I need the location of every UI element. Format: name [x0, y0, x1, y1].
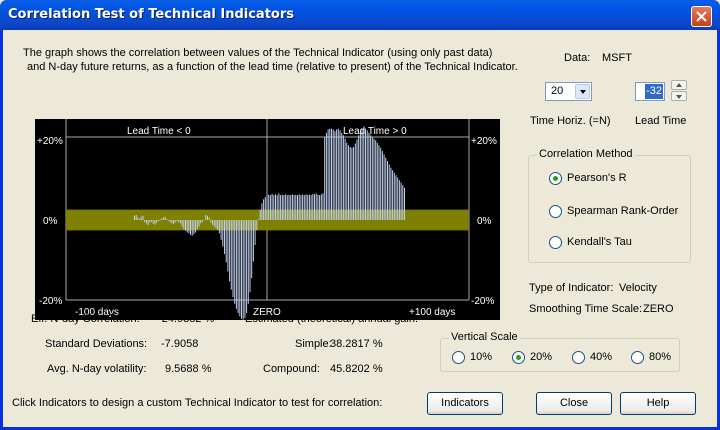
- indicators-button[interactable]: Indicators: [427, 392, 503, 415]
- std-deviations-label: Standard Deviations:: [45, 338, 148, 350]
- volatility-value: 9.5688 %: [165, 363, 212, 375]
- simple-gain-label: Simple:: [295, 338, 332, 350]
- correlation-method-group: Correlation Method Pearson's R Spearman …: [528, 148, 691, 263]
- correlation-chart: Lead Time < 0 Lead Time > 0 +20% 0% -20%…: [35, 119, 500, 320]
- eff-correlation-value: -24.9382 %: [158, 313, 215, 325]
- label-lead-time-positive: Lead Time > 0: [343, 126, 407, 137]
- radio-kendall[interactable]: [549, 236, 562, 249]
- correlation-method-legend: Correlation Method: [537, 148, 635, 160]
- close-icon: [696, 11, 707, 22]
- compound-gain-value: 45.8202 %: [330, 363, 383, 375]
- scale-40-label[interactable]: 40%: [590, 351, 612, 363]
- help-button[interactable]: Help: [620, 392, 696, 415]
- description-line-1: The graph shows the correlation between …: [23, 47, 493, 59]
- eff-correlation-label: Eff. N-day Correlation:: [31, 313, 140, 325]
- data-label: Data:: [564, 52, 591, 64]
- spearman-label[interactable]: Spearman Rank-Order: [567, 205, 678, 217]
- y-tick-bottom-left: -20%: [39, 296, 62, 307]
- time-horizon-value: 20: [551, 85, 564, 97]
- close-button[interactable]: Close: [536, 392, 612, 415]
- radio-scale-80[interactable]: [631, 351, 644, 364]
- y-tick-mid-right: 0%: [477, 216, 492, 227]
- time-horizon-label: Time Horiz. (=N): [530, 115, 611, 127]
- scale-20-label[interactable]: 20%: [530, 351, 552, 363]
- radio-spearman[interactable]: [549, 205, 562, 218]
- time-horizon-select[interactable]: 20: [545, 82, 592, 101]
- indicator-type-value: Velocity: [619, 282, 657, 294]
- indicator-type-label: Type of Indicator:: [529, 282, 614, 294]
- simple-gain-value: 38.2817 %: [330, 338, 383, 350]
- dialog-body: The graph shows the correlation between …: [3, 30, 717, 427]
- radio-scale-40[interactable]: [572, 351, 585, 364]
- footer-hint: Click Indicators to design a custom Tech…: [12, 397, 383, 409]
- radio-scale-10[interactable]: [452, 351, 465, 364]
- kendall-label[interactable]: Kendall's Tau: [567, 236, 632, 248]
- description-line-2: and N-day future returns, as a function …: [27, 61, 518, 73]
- radio-scale-20[interactable]: [512, 351, 525, 364]
- lead-time-increment-button[interactable]: [671, 80, 687, 90]
- std-deviations-value: -7.9058: [161, 338, 199, 350]
- lead-time-input[interactable]: -32: [635, 82, 665, 101]
- y-tick-top-right: +20%: [471, 136, 497, 147]
- title-bar[interactable]: Correlation Test of Technical Indicators: [0, 0, 720, 30]
- lead-time-value[interactable]: -32: [645, 84, 663, 99]
- window-title: Correlation Test of Technical Indicators: [8, 7, 294, 22]
- volatility-label: Avg. N-day volatility:: [47, 363, 147, 375]
- window-close-button[interactable]: [691, 6, 712, 27]
- compound-gain-label: Compound:: [263, 363, 320, 375]
- chart-svg: Lead Time < 0 Lead Time > 0 +20% 0% -20%…: [37, 119, 497, 320]
- vertical-scale-group: Vertical Scale 10% 20% 40% 80%: [440, 331, 680, 372]
- y-tick-top-left: +20%: [37, 136, 63, 147]
- y-tick-bottom-right: -20%: [471, 296, 494, 307]
- scale-10-label[interactable]: 10%: [470, 351, 492, 363]
- y-tick-mid-left: 0%: [43, 216, 58, 227]
- smoothing-value: ZERO: [643, 303, 674, 315]
- pearson-label[interactable]: Pearson's R: [567, 172, 627, 184]
- annual-gain-label: Estimated (theoretical) annual gain:: [245, 313, 419, 325]
- lead-time-decrement-button[interactable]: [671, 91, 687, 101]
- chevron-down-icon[interactable]: [575, 84, 590, 99]
- vertical-scale-legend: Vertical Scale: [449, 331, 520, 343]
- scale-80-label[interactable]: 80%: [649, 351, 671, 363]
- smoothing-label: Smoothing Time Scale:: [529, 303, 643, 315]
- data-symbol: MSFT: [602, 52, 632, 64]
- label-lead-time-negative: Lead Time < 0: [127, 126, 191, 137]
- radio-pearson[interactable]: [549, 172, 562, 185]
- lead-time-label: Lead Time: [635, 115, 687, 127]
- dialog-window: Correlation Test of Technical Indicators…: [0, 0, 720, 430]
